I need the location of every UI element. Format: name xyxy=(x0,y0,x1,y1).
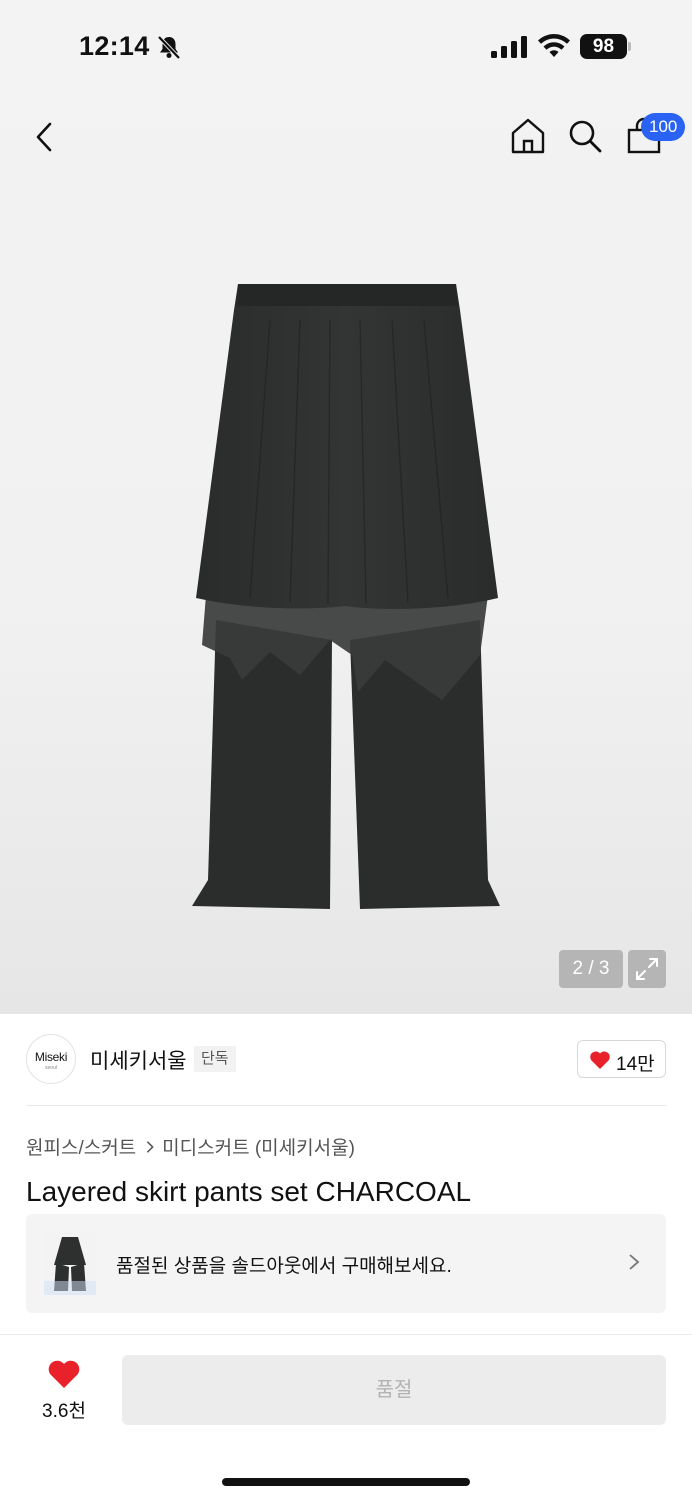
heart-icon xyxy=(590,1051,610,1069)
chevron-right-icon xyxy=(629,1254,640,1270)
expand-icon[interactable] xyxy=(628,950,666,988)
breadcrumb-subcategory[interactable]: 미디스커트 (미세키서울) xyxy=(162,1138,355,1159)
status-bar: 12:14 98 xyxy=(0,0,692,95)
product-photo xyxy=(192,284,500,909)
product-title: Layered skirt pants set CHARCOAL xyxy=(26,1176,472,1207)
brand-logo-subtext: seoul xyxy=(45,1065,57,1071)
bell-muted-icon xyxy=(157,35,181,60)
cart-count-badge: 100 xyxy=(641,113,686,141)
soldout-card-text: 품절된 상품을 솔드아웃에서 구매해보세요. xyxy=(116,1256,452,1277)
purchase-button[interactable]: 품절 xyxy=(122,1355,666,1425)
breadcrumb-category[interactable]: 원피스/스커트 xyxy=(26,1138,136,1159)
battery-indicator: 98 xyxy=(580,34,632,59)
search-icon[interactable] xyxy=(566,117,604,155)
soldout-thumbnail xyxy=(44,1231,96,1295)
brand-like-button[interactable]: 14만 xyxy=(577,1040,666,1078)
status-time: 12:14 xyxy=(79,31,150,61)
brand-name[interactable]: 미세키서울 xyxy=(90,1045,187,1075)
battery-level: 98 xyxy=(580,34,627,59)
breadcrumb: 원피스/스커트 미디스커트 (미세키서울) xyxy=(26,1133,355,1160)
wifi-icon xyxy=(538,34,570,57)
image-counter: 2 / 3 xyxy=(559,950,623,988)
battery-cap xyxy=(628,42,631,51)
heart-icon xyxy=(48,1360,80,1388)
wishlist-button[interactable]: 3.6천 xyxy=(26,1355,102,1425)
bottom-bar-divider xyxy=(0,1334,692,1335)
exclusive-badge: 단독 xyxy=(194,1046,236,1072)
soldout-marketplace-card[interactable]: 품절된 상품을 솔드아웃에서 구매해보세요. xyxy=(26,1214,666,1313)
home-icon[interactable] xyxy=(508,116,548,156)
cellular-signal-icon xyxy=(491,36,527,58)
divider xyxy=(26,1105,666,1106)
brand-like-count: 14만 xyxy=(616,1054,655,1075)
back-icon[interactable] xyxy=(28,118,64,156)
brand-logo[interactable]: Miseki seoul xyxy=(26,1034,76,1084)
wishlist-count: 3.6천 xyxy=(42,1401,86,1422)
brand-logo-text: Miseki xyxy=(34,1050,68,1064)
home-indicator[interactable] xyxy=(222,1478,470,1486)
chevron-right-icon xyxy=(146,1141,154,1153)
